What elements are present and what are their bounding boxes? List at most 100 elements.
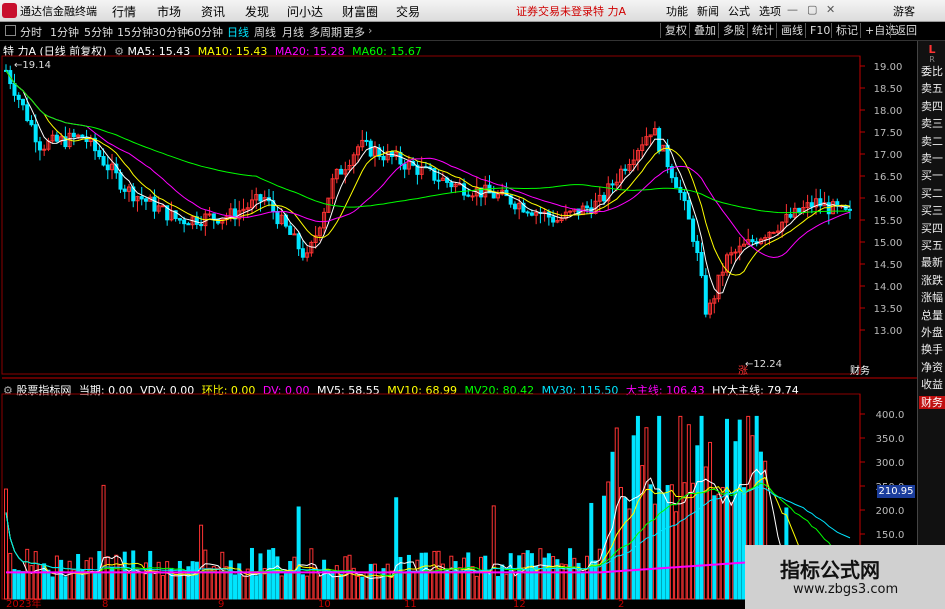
indicator-bar [627,508,632,600]
candle-body [678,186,683,193]
indicator-bar [67,560,72,600]
side-panel-item[interactable]: 买一 [919,169,945,182]
indicator-bar [635,415,640,600]
indicator-bar [720,486,725,600]
indicator-bar [114,554,119,600]
indicator-bar [445,568,450,600]
x-axis-label: 10 [318,599,331,609]
candle-body [339,168,344,175]
stock-chart[interactable]: 19.00 18.50 18.00 17.50 17.00 16.50 16.00 15.50… [0,0,917,609]
indicator-bar [173,573,178,600]
candle-body [771,231,776,234]
limit-up-tag: 涨 [738,365,748,377]
candle-body [491,192,496,199]
side-panel-item[interactable]: 收益 [919,378,945,391]
candle-body [585,205,590,209]
candle-body [364,139,369,142]
side-panel-item[interactable]: 涨跌 [919,274,945,287]
candle-body [402,163,407,170]
indicator-bar [76,553,81,600]
indicator-bar [419,552,424,600]
indicator-bar [500,564,505,600]
indicator-bar [241,575,246,600]
side-panel-item[interactable]: 委比 [919,65,945,78]
candle-body [71,132,76,138]
indicator-bar [529,553,534,600]
candle-body [449,181,454,188]
side-panel-item[interactable]: 卖三 [919,117,945,130]
side-panel-item[interactable]: 最新 [919,256,945,269]
indicator-bar [640,465,645,600]
ma10-line [5,70,851,276]
candle-body [470,195,475,198]
candle-body [16,94,21,100]
indicator-bar [12,569,17,600]
price-tick-label: 16.00 [874,194,903,205]
candle-body [602,194,607,202]
main-plot-frame [1,55,861,375]
candle-body [568,210,573,213]
price-tick-label: 19.00 [874,62,903,73]
candle-body [275,210,280,225]
candle-body [525,211,530,214]
indicator-bar [703,466,708,600]
candle-body [160,205,165,208]
indicator-bar [712,495,717,600]
side-panel-item[interactable]: 买二 [919,187,945,200]
indicator-bar [737,419,742,600]
candle-body [551,216,556,223]
indicator-bar [572,557,577,600]
side-panel-item[interactable]: 换手 [919,343,945,356]
side-panel-item[interactable]: 买三 [919,204,945,217]
indicator-bar [148,550,153,600]
candle-body [207,213,212,216]
indicator-bar [220,551,225,600]
indicator-bar [254,575,259,600]
indicator-bar [194,561,199,600]
candle-body [703,275,708,315]
indicator-bar [648,484,653,600]
candle-body [381,155,386,161]
indicator-bar [411,570,416,600]
indicator-bar [462,557,467,600]
indicator-bar [525,550,530,600]
indicator-bar [275,556,280,600]
candle-body [682,191,687,202]
candle-body [186,223,191,226]
indicator-bar [305,575,310,600]
side-panel-item[interactable]: 卖四 [919,100,945,113]
indicator-bar [618,486,623,600]
indicator-bar [245,568,250,600]
side-panel-item[interactable]: 卖一 [919,152,945,165]
indicator-bar [118,564,123,600]
price-tick-label: 15.50 [874,216,903,227]
candle-body [699,252,704,277]
side-panel-item[interactable]: 买五 [919,239,945,252]
indicator-bar [152,571,157,600]
candle-body [182,219,187,225]
indicator-tick-label: 350.0 [876,434,905,445]
indicator-bar [377,575,382,600]
indicator-bar [432,550,437,600]
side-panel-item[interactable]: 买四 [919,222,945,235]
price-tick-label: 18.50 [874,84,903,95]
candle-body [37,141,42,151]
current-value-tag: 210.95 [877,485,915,498]
side-panel-item[interactable]: 财务 [919,395,945,409]
indicator-bar [428,569,433,600]
side-panel-item[interactable]: 净资 [919,361,945,374]
side-panel-item[interactable]: 卖二 [919,135,945,148]
indicator-bar [449,555,454,600]
indicator-bar [657,415,662,600]
indicator-bar [585,555,590,600]
x-axis-label: 12 [513,599,526,609]
side-panel-item[interactable]: 外盘 [919,326,945,339]
candle-body [152,196,157,212]
candle-body [797,207,802,213]
side-panel-item[interactable]: 卖五 [919,82,945,95]
side-panel-item[interactable]: 总量 [919,309,945,322]
side-panel-item[interactable]: 涨幅 [919,291,945,304]
event-label: 财务 [850,364,870,377]
indicator-bar [50,576,55,600]
indicator-bar [691,482,696,600]
